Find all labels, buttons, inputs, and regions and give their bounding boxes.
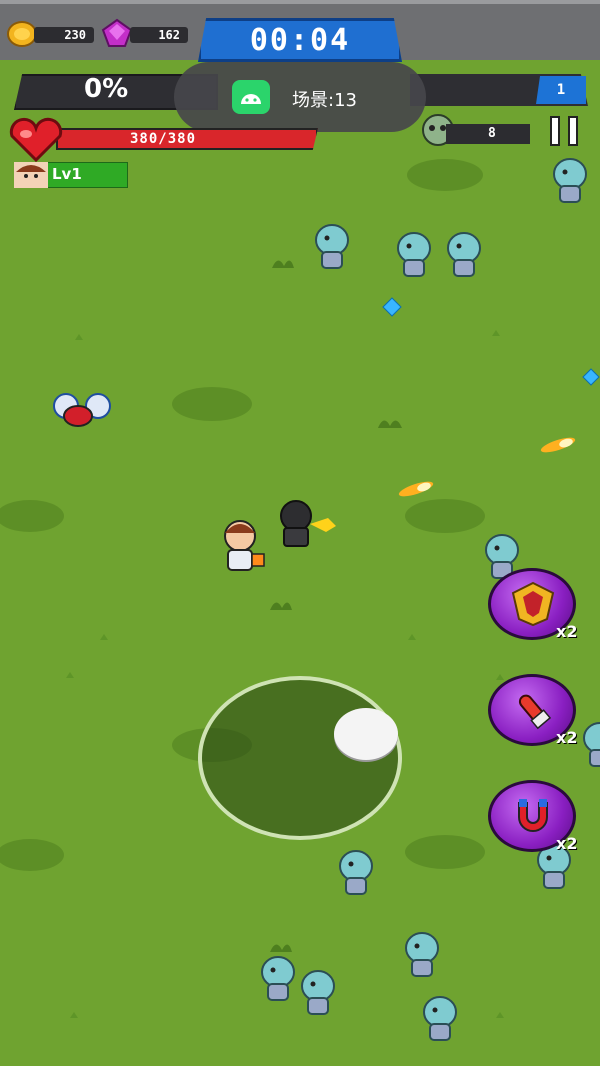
xp-gem-icon	[382, 297, 402, 317]
rocket-icon	[518, 694, 552, 730]
bullet-projectile	[540, 437, 576, 453]
magnet-icon	[518, 799, 548, 832]
zombie-enemy	[339, 850, 373, 895]
soldier-ally	[280, 500, 336, 547]
toast-text: 场景:13	[292, 90, 357, 111]
wave-progress-text: 0%	[84, 74, 129, 104]
zombie-enemy	[405, 932, 439, 977]
android-icon	[232, 80, 270, 114]
zombie-enemy	[423, 996, 457, 1041]
pause-icon	[550, 116, 560, 146]
zombie-enemy	[447, 232, 481, 277]
zombie-enemy	[301, 970, 335, 1015]
scene-toast: 场景:13	[174, 62, 426, 132]
joystick-knob[interactable]	[334, 708, 398, 760]
player-character	[224, 520, 265, 571]
skill-shield-multiplier: x2	[556, 622, 578, 641]
player-level-label: Lv1	[52, 165, 82, 183]
skill-rocket-multiplier: x2	[556, 728, 578, 747]
drone-companion	[53, 393, 111, 427]
pause-button[interactable]	[544, 114, 584, 148]
skill-magnet-multiplier: x2	[556, 834, 578, 853]
xp-gem-icon	[582, 368, 600, 386]
zombie-enemy	[315, 224, 349, 269]
shield-icon	[511, 581, 555, 627]
wave-level-number: 1	[536, 76, 586, 104]
hp-text: 380/380	[130, 131, 197, 147]
gem-count: 162	[130, 27, 188, 43]
zombie-enemy	[397, 232, 431, 277]
gem-icon	[101, 18, 133, 47]
timer-text: 00:04	[249, 23, 351, 58]
zombie-enemy	[583, 722, 600, 767]
coin-count: 230	[34, 27, 94, 43]
timer-panel: 00:04	[198, 18, 402, 62]
kill-count: 8	[488, 126, 496, 141]
heart-icon	[9, 117, 63, 163]
zombie-enemy	[261, 956, 295, 1001]
bullet-projectile	[398, 481, 434, 497]
pause-icon	[568, 116, 578, 146]
game-field	[0, 0, 600, 1066]
zombie-enemy	[553, 158, 587, 203]
player-avatar	[14, 162, 48, 188]
